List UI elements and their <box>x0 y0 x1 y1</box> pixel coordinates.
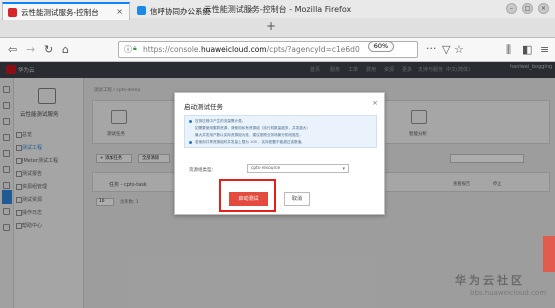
maximize-button[interactable]: □ <box>522 3 533 14</box>
forward-icon[interactable]: → <box>26 43 35 56</box>
bookmark-star-icon[interactable]: ☆ <box>454 43 464 56</box>
highlight-box <box>219 179 276 212</box>
minimize-button[interactable]: – <box>506 3 517 14</box>
tab-bar <box>0 18 555 38</box>
watermark-url: bbs.huaweicloud.com <box>470 289 547 297</box>
modal-title: 启动测试任务 <box>184 103 223 111</box>
chevron-down-icon: ▾ <box>342 166 345 172</box>
watermark-brand: 华为云社区 <box>455 274 525 287</box>
reload-icon[interactable]: ↻ <box>44 43 53 56</box>
tab-xinhu[interactable]: 信呼协同办公系统 × <box>132 2 260 20</box>
library-icon[interactable]: ⫼ <box>506 43 511 57</box>
notice-line: 压测过程中产生的流量需计费。 <box>195 119 246 123</box>
notice-line: 如需要使用集群资源，请使用私有资源组（执行机数量越多，并发越大） <box>195 126 310 130</box>
close-tab-icon[interactable]: × <box>116 7 123 16</box>
huawei-cloud-icon <box>8 8 17 17</box>
resource-group-label: 资源组类型： <box>189 168 216 173</box>
url-suffix: /cpts/?agencyId=c1e6d0 <box>266 45 360 54</box>
window-controls: – □ × <box>506 3 549 14</box>
info-bullet-icon <box>189 120 192 123</box>
tab-label: 信呼协同办公系统 <box>150 6 210 16</box>
back-icon[interactable]: ⇦ <box>8 43 17 56</box>
lock-icon: 🔒︎ <box>133 44 137 52</box>
start-test-modal: 启动测试任务 × 压测过程中产生的流量需计费。 如需要使用集群资源，请使用私有资… <box>174 92 385 215</box>
close-tab-icon[interactable]: × <box>247 5 254 14</box>
cancel-button[interactable]: 取消 <box>284 192 310 206</box>
xinhu-icon <box>137 6 146 15</box>
tab-label: 云性能测试服务-控制台 <box>21 7 99 17</box>
navigation-bar: ⇦ → ↻ ⌂ ⓘ 🔒︎ https://console. huaweicloud… <box>0 38 555 62</box>
close-icon[interactable]: × <box>372 99 378 107</box>
info-icon[interactable]: ⓘ <box>124 44 132 55</box>
notice-line: 若使用共享资源组时并发量上限为 100 ，实际配置不能超过该数值。 <box>195 140 305 144</box>
url-prefix: https://console. <box>143 45 201 54</box>
resource-group-value: cpts-resource <box>251 166 281 171</box>
feedback-tab[interactable] <box>543 236 555 272</box>
menu-icon[interactable]: ≡ <box>540 43 549 56</box>
page-actions-icon[interactable]: ··· <box>426 42 437 55</box>
zoom-indicator[interactable]: 60% <box>368 41 394 52</box>
url-domain: huaweicloud.com <box>200 45 267 54</box>
notice-box: 压测过程中产生的流量需计费。 如需要使用集群资源，请使用私有资源组（执行机数量越… <box>184 115 377 148</box>
info-bullet-icon <box>189 141 192 144</box>
sidebar-toggle-icon[interactable]: ◧ <box>522 43 532 56</box>
tab-cpts-console[interactable]: 云性能测试服务-控制台 × <box>2 2 130 20</box>
close-window-button[interactable]: × <box>538 3 549 14</box>
resource-group-select[interactable]: cpts-resource ▾ <box>247 164 349 173</box>
new-tab-button[interactable]: + <box>266 19 276 33</box>
pocket-icon[interactable]: ▽ <box>442 43 450 56</box>
notice-line: 最大并发用户数以实际资源组为准，建议按照业务场景分阶段施压。 <box>195 133 303 137</box>
home-icon[interactable]: ⌂ <box>62 43 69 56</box>
